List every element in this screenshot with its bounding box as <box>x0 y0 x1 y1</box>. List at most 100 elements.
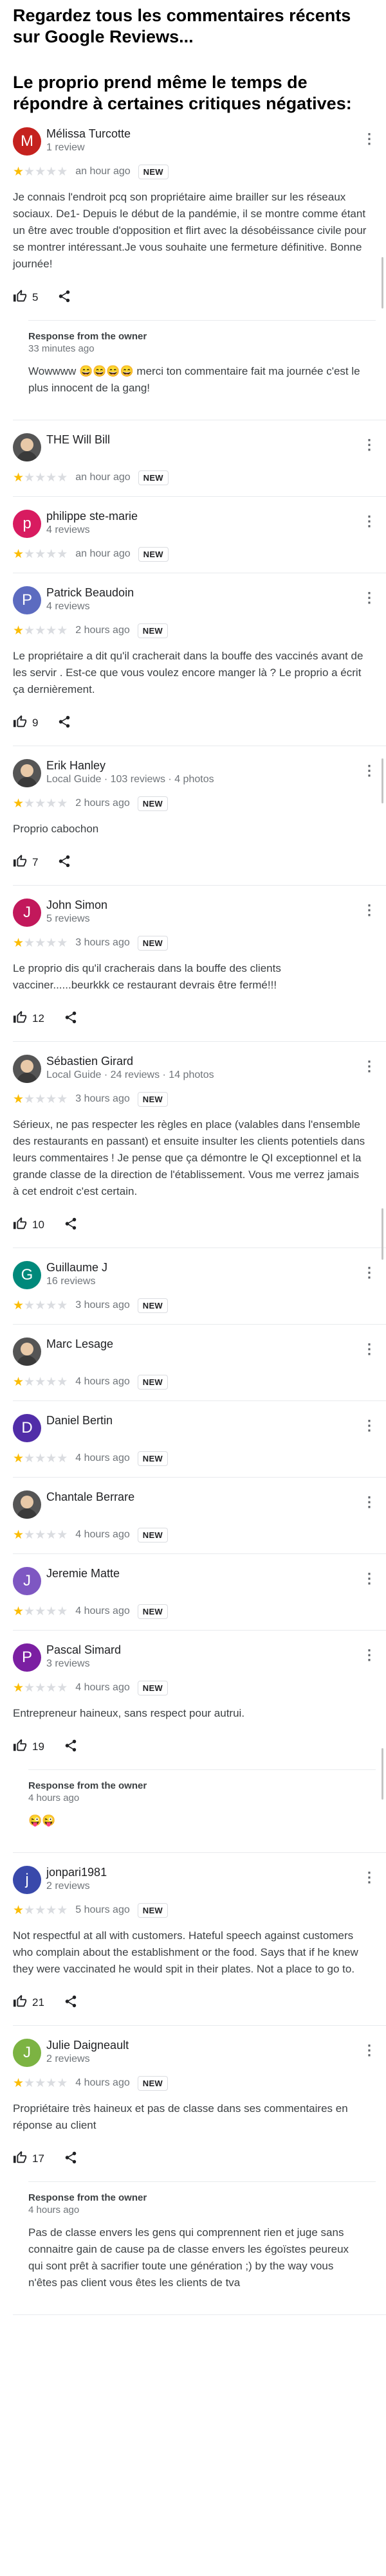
star-icon: ★ <box>24 2076 35 2090</box>
star-icon: ★ <box>57 1298 68 1312</box>
reviewer-name[interactable]: Jeremie Matte <box>46 1564 386 1581</box>
like-count: 17 <box>32 2152 44 2165</box>
more-vert-icon[interactable]: ⋮ <box>362 2041 377 2059</box>
reviewer-name[interactable]: Daniel Bertin <box>46 1411 386 1428</box>
avatar[interactable]: J <box>13 2039 41 2067</box>
scroll-indicator[interactable] <box>381 1208 383 1260</box>
reviewer-name[interactable]: Julie Daigneault <box>46 2036 386 2053</box>
star-rating: ★★★★★ <box>13 1451 68 1466</box>
reviewer-name[interactable]: jonpari1981 <box>46 1863 386 1880</box>
reviewer-name[interactable]: Chantale Berrare <box>46 1488 386 1505</box>
more-vert-icon[interactable]: ⋮ <box>362 130 377 148</box>
avatar[interactable] <box>13 1055 41 1083</box>
share-icon[interactable] <box>64 1010 78 1028</box>
avatar[interactable] <box>13 433 41 461</box>
star-icon: ★ <box>35 1375 46 1389</box>
avatar[interactable] <box>13 759 41 787</box>
thumb-up-icon <box>13 1010 32 1028</box>
star-icon: ★ <box>13 165 24 179</box>
share-icon[interactable] <box>57 715 71 732</box>
reviewer-meta: 2 reviews <box>46 1881 90 1892</box>
star-rating: ★★★★★ <box>13 547 68 562</box>
more-vert-icon[interactable]: ⋮ <box>362 436 377 454</box>
like-button[interactable]: 17 <box>13 2151 44 2168</box>
more-vert-icon[interactable]: ⋮ <box>362 589 377 607</box>
star-icon: ★ <box>46 623 57 638</box>
avatar[interactable]: M <box>13 127 41 156</box>
reviewer-name[interactable]: THE Will Bill <box>46 431 386 447</box>
share-icon[interactable] <box>57 289 71 307</box>
more-vert-icon[interactable]: ⋮ <box>362 1057 377 1075</box>
like-button[interactable]: 7 <box>13 854 38 872</box>
star-icon: ★ <box>35 547 46 561</box>
share-icon[interactable] <box>64 1217 78 1234</box>
more-vert-icon[interactable]: ⋮ <box>362 512 377 530</box>
reviewer-name[interactable]: Erik Hanley <box>46 756 386 773</box>
share-icon[interactable] <box>64 1994 78 2012</box>
review-card: j jonpari1981 2 reviews ⋮ ★★★★★ 5 hours ago NE… <box>0 1853 386 2026</box>
review-time: 3 hours ago <box>75 1300 130 1310</box>
review-text: Le propriétaire a dit qu'il cracherait d… <box>13 650 363 695</box>
more-vert-icon[interactable]: ⋮ <box>362 762 377 780</box>
owner-response-title: Response from the owner <box>28 331 147 342</box>
like-button[interactable]: 19 <box>13 1739 44 1756</box>
star-icon: ★ <box>57 623 68 638</box>
avatar-initial: j <box>25 1871 29 1888</box>
review-time: 4 hours ago <box>75 1453 130 1463</box>
more-vert-icon[interactable]: ⋮ <box>362 1646 377 1664</box>
share-icon[interactable] <box>64 1739 78 1756</box>
star-icon: ★ <box>13 936 24 950</box>
more-vert-icon[interactable]: ⋮ <box>362 1570 377 1588</box>
star-icon: ★ <box>46 1092 57 1106</box>
more-vert-icon[interactable]: ⋮ <box>362 1868 377 1886</box>
avatar[interactable] <box>13 1490 41 1519</box>
new-badge: NEW <box>137 623 168 638</box>
star-icon: ★ <box>24 165 35 179</box>
like-button[interactable]: 10 <box>13 1217 44 1234</box>
more-vert-icon[interactable]: ⋮ <box>362 1340 377 1358</box>
more-vert-icon[interactable]: ⋮ <box>362 1493 377 1511</box>
reviewer-meta: 16 reviews <box>46 1276 96 1287</box>
more-vert-icon[interactable]: ⋮ <box>362 901 377 919</box>
reviewer-name[interactable]: Guillaume J <box>46 1258 386 1275</box>
like-button[interactable]: 12 <box>13 1010 44 1028</box>
avatar[interactable]: p <box>13 510 41 538</box>
reviewer-name[interactable]: Marc Lesage <box>46 1335 386 1352</box>
reviewer-name[interactable]: John Simon <box>46 896 386 913</box>
like-count: 19 <box>32 1740 44 1753</box>
star-icon: ★ <box>46 470 57 485</box>
star-rating: ★★★★★ <box>13 1092 68 1107</box>
star-icon: ★ <box>57 1451 68 1465</box>
star-icon: ★ <box>24 470 35 485</box>
review-card: D Daniel Bertin ⋮ ★★★★★ 4 hours ago NEW <box>0 1401 386 1478</box>
like-button[interactable]: 9 <box>13 715 38 732</box>
like-button[interactable]: 21 <box>13 1994 44 2012</box>
star-icon: ★ <box>46 1903 57 1917</box>
scroll-indicator[interactable] <box>381 1748 383 1800</box>
avatar[interactable]: G <box>13 1261 41 1289</box>
avatar[interactable]: J <box>13 1567 41 1595</box>
more-vert-icon[interactable]: ⋮ <box>362 1264 377 1282</box>
reviewer-name[interactable]: Mélissa Turcotte <box>46 125 386 141</box>
like-button[interactable]: 5 <box>13 289 38 307</box>
review-time: an hour ago <box>75 166 131 177</box>
share-icon[interactable] <box>57 854 71 872</box>
reviewer-name[interactable]: Sébastien Girard <box>46 1052 386 1069</box>
star-icon: ★ <box>57 796 68 810</box>
scroll-indicator[interactable] <box>381 758 383 803</box>
avatar[interactable]: D <box>13 1414 41 1442</box>
reviewer-name[interactable]: Pascal Simard <box>46 1641 386 1658</box>
avatar[interactable]: j <box>13 1866 41 1894</box>
avatar[interactable] <box>13 1337 41 1366</box>
avatar[interactable]: P <box>13 1643 41 1672</box>
more-vert-icon[interactable]: ⋮ <box>362 1417 377 1435</box>
thumb-up-icon <box>13 1739 32 1756</box>
scroll-indicator[interactable] <box>381 257 383 309</box>
star-icon: ★ <box>57 470 68 485</box>
reviewer-name[interactable]: Patrick Beaudoin <box>46 584 386 600</box>
avatar[interactable]: J <box>13 899 41 927</box>
reviewer-name[interactable]: philippe ste-marie <box>46 507 386 524</box>
star-icon: ★ <box>24 547 35 561</box>
share-icon[interactable] <box>64 2151 78 2168</box>
avatar[interactable]: P <box>13 586 41 614</box>
